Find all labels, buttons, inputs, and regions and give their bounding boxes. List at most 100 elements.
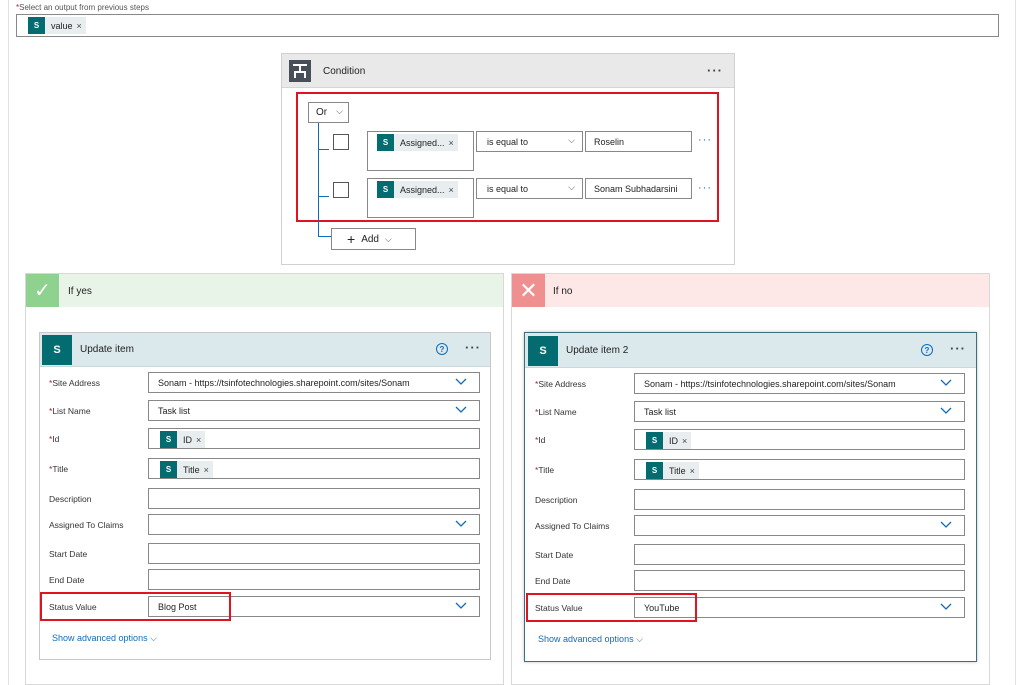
start-date-input[interactable] — [148, 543, 480, 564]
assigned-to-claims-label: Assigned To Claims — [535, 521, 610, 531]
sharepoint-icon: S — [160, 461, 177, 478]
if-no-header — [512, 274, 989, 307]
remove-token-icon[interactable]: × — [196, 435, 205, 445]
row-2-menu-button[interactable]: ··· — [698, 182, 712, 194]
assigned-to-claims-label: Assigned To Claims — [49, 520, 124, 530]
show-advanced-options-link[interactable]: Show advanced options ⌵ — [52, 633, 157, 644]
row-2-value-input[interactable]: Sonam Subhadarsini — [585, 178, 692, 199]
sharepoint-icon: S — [646, 462, 663, 479]
highlight-status-value — [526, 593, 697, 622]
title-label: *Title — [49, 464, 69, 474]
chevron-down-icon: ⌵ — [568, 135, 575, 145]
sharepoint-icon: S — [28, 17, 45, 34]
update-item-menu-button[interactable]: ··· — [465, 340, 481, 355]
site-address-label: *Site Address — [535, 379, 587, 389]
chevron-down-icon: ⌵ — [636, 634, 643, 644]
id-input[interactable]: S ID × — [148, 428, 480, 449]
description-input[interactable] — [634, 489, 965, 510]
if-yes-title: If yes — [68, 286, 92, 297]
condition-menu-button[interactable]: ··· — [707, 63, 723, 78]
sharepoint-icon: S — [42, 335, 72, 365]
row-2-checkbox[interactable] — [333, 182, 349, 198]
id-label: *Id — [535, 435, 546, 445]
chevron-down-icon — [940, 404, 952, 419]
highlight-condition-rows — [296, 92, 719, 222]
end-date-label: End Date — [535, 576, 571, 586]
description-input[interactable] — [148, 488, 480, 509]
row-1-checkbox[interactable] — [333, 134, 349, 150]
row-1-value-input[interactable]: Roselin — [585, 131, 692, 152]
assigned-token: S Assigned... × — [377, 181, 458, 198]
assigned-to-claims-dropdown[interactable] — [148, 514, 480, 535]
group-operator-select[interactable]: Or ⌵ — [308, 102, 349, 123]
chevron-down-icon — [940, 600, 952, 615]
tree-branch-line — [318, 196, 329, 197]
help-icon[interactable]: ? — [436, 343, 448, 355]
condition-icon — [289, 60, 311, 82]
id-token: S ID × — [160, 431, 206, 448]
show-advanced-options-link[interactable]: Show advanced options ⌵ — [538, 634, 643, 645]
chevron-down-icon — [455, 517, 467, 532]
end-date-input[interactable] — [148, 569, 480, 590]
chevron-down-icon — [455, 375, 467, 390]
row-2-operand-input[interactable]: S Assigned... × — [367, 178, 474, 218]
site-address-dropdown[interactable]: Sonam - https://tsinfotechnologies.share… — [634, 373, 965, 394]
row-1-operand-input[interactable]: S Assigned... × — [367, 131, 474, 171]
row-1-menu-button[interactable]: ··· — [698, 134, 712, 146]
update-item-title: Update item — [80, 344, 134, 355]
sharepoint-icon: S — [377, 134, 394, 151]
title-input[interactable]: S Title × — [148, 458, 480, 479]
remove-token-icon[interactable]: × — [682, 436, 691, 446]
title-token: S Title × — [160, 461, 213, 478]
chevron-down-icon — [940, 376, 952, 391]
remove-token-icon[interactable]: × — [449, 185, 458, 195]
row-2-operator-select[interactable]: is equal to ⌵ — [476, 178, 583, 199]
output-label: *Select an output from previous steps — [16, 3, 149, 12]
description-label: Description — [535, 495, 578, 505]
add-condition-button[interactable]: + Add ⌵ — [331, 228, 416, 250]
sharepoint-icon: S — [646, 432, 663, 449]
chevron-down-icon: ⌵ — [150, 633, 157, 643]
end-date-input[interactable] — [634, 570, 965, 591]
list-name-label: *List Name — [49, 406, 91, 416]
close-icon: ✕ — [512, 274, 545, 307]
highlight-status-value — [40, 592, 231, 621]
list-name-dropdown[interactable]: Task list — [634, 401, 965, 422]
chevron-down-icon: ⌵ — [568, 182, 575, 192]
id-label: *Id — [49, 434, 60, 444]
checkmark-icon: ✓ — [26, 274, 59, 307]
remove-token-icon[interactable]: × — [204, 465, 213, 475]
assigned-token: S Assigned... × — [377, 134, 458, 151]
start-date-input[interactable] — [634, 544, 965, 565]
value-token: S value × — [28, 17, 86, 34]
site-address-dropdown[interactable]: Sonam - https://tsinfotechnologies.share… — [148, 372, 480, 393]
remove-token-icon[interactable]: × — [77, 21, 86, 31]
tree-line — [318, 123, 319, 236]
tree-branch-line — [318, 236, 331, 237]
sharepoint-icon: S — [377, 181, 394, 198]
chevron-down-icon — [455, 403, 467, 418]
title-label: *Title — [535, 465, 555, 475]
chevron-down-icon: ⌵ — [384, 233, 392, 244]
site-address-label: *Site Address — [49, 378, 101, 388]
list-name-dropdown[interactable]: Task list — [148, 400, 480, 421]
remove-token-icon[interactable]: × — [449, 138, 458, 148]
condition-title: Condition — [323, 66, 366, 77]
sharepoint-icon: S — [528, 336, 558, 366]
update-item-2-menu-button[interactable]: ··· — [950, 341, 966, 356]
if-no-title: If no — [553, 286, 573, 297]
id-input[interactable]: S ID × — [634, 429, 965, 450]
assigned-to-claims-dropdown[interactable] — [634, 515, 965, 536]
chevron-down-icon: ⌵ — [336, 106, 343, 116]
plus-icon: + — [347, 231, 356, 247]
id-token: S ID × — [646, 432, 692, 449]
output-selector-input[interactable]: S value × — [16, 14, 999, 37]
remove-token-icon[interactable]: × — [690, 466, 699, 476]
chevron-down-icon — [940, 518, 952, 533]
chevron-down-icon — [455, 599, 467, 614]
help-icon[interactable]: ? — [921, 344, 933, 356]
title-input[interactable]: S Title × — [634, 459, 965, 480]
row-1-operator-select[interactable]: is equal to ⌵ — [476, 131, 583, 152]
description-label: Description — [49, 494, 92, 504]
tree-branch-line — [318, 149, 329, 150]
